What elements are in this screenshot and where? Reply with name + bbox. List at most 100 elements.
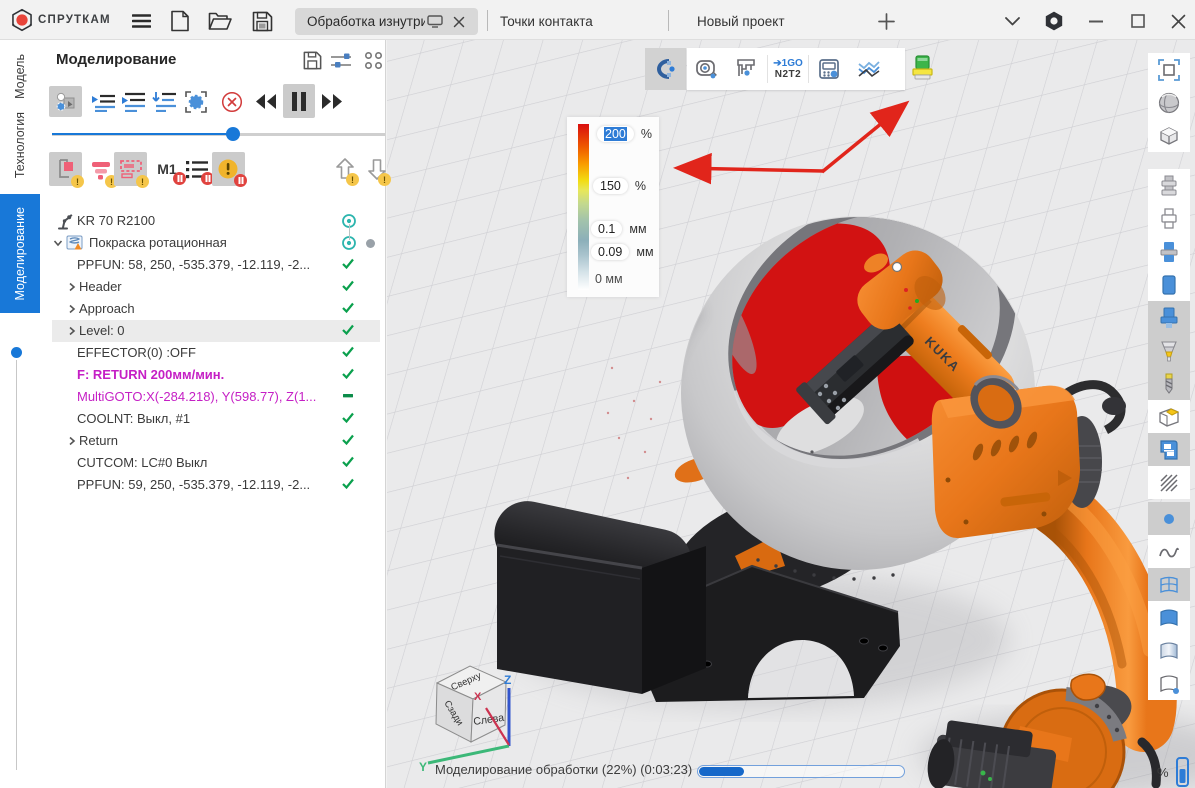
main-menu-button[interactable] xyxy=(129,9,153,33)
interpreter-list-button[interactable] xyxy=(182,152,212,186)
check-icon xyxy=(341,455,357,471)
pause-button[interactable] xyxy=(283,84,315,118)
legend-value-200[interactable]: 200 % xyxy=(597,126,652,142)
tool-holder-outline-button[interactable] xyxy=(1148,202,1190,235)
side-slider-handle[interactable] xyxy=(11,347,22,358)
warnings-button[interactable] xyxy=(212,152,245,186)
tool-cone-button[interactable] xyxy=(1148,334,1190,367)
viewport-3d[interactable]: KUKA xyxy=(387,40,1195,788)
tree-row-level-selected[interactable]: Level: 0 xyxy=(52,320,380,342)
tree-row-effector[interactable]: EFFECTOR(0) :OFF xyxy=(40,342,385,364)
close-window-button[interactable] xyxy=(1166,9,1190,33)
view-box-button[interactable] xyxy=(1148,119,1190,152)
speed-slider-handle[interactable] xyxy=(226,127,240,141)
close-tab-icon[interactable] xyxy=(453,16,465,28)
tree-row-ppfun58[interactable]: PPFUN: 58, 250, -535.379, -12.119, -2... xyxy=(40,254,385,276)
minimize-button[interactable] xyxy=(1084,9,1108,33)
collision-fixture-button[interactable]: ! xyxy=(86,152,116,186)
add-tab-button[interactable] xyxy=(874,9,898,33)
control-panel-button[interactable] xyxy=(809,48,849,90)
machine-button[interactable] xyxy=(1148,433,1190,466)
point-display-button[interactable] xyxy=(1148,502,1190,535)
tree-row-header[interactable]: Header xyxy=(40,276,385,298)
tree-row-operation[interactable]: Покраска ротационная xyxy=(40,232,385,254)
mesh-display-button[interactable] xyxy=(1148,568,1190,601)
settings-button[interactable] xyxy=(1042,9,1066,33)
run-to-operation-end-button[interactable] xyxy=(88,86,118,117)
check-glyph-icon xyxy=(341,411,355,424)
operation-dot[interactable] xyxy=(366,239,375,248)
tabs-dropdown-button[interactable] xyxy=(1000,9,1024,33)
speed-slider-track[interactable] xyxy=(52,133,385,136)
new-file-button[interactable] xyxy=(168,9,192,33)
chevron-collapsed-icon[interactable] xyxy=(66,281,78,293)
caliper-button[interactable] xyxy=(727,48,767,90)
side-tab-simulation-active[interactable]: Моделирование xyxy=(0,194,40,313)
rewind-button[interactable] xyxy=(251,86,281,117)
drill-tool-button[interactable] xyxy=(1148,367,1190,400)
paint-thickness-button[interactable] xyxy=(908,53,938,83)
tool-blue-band-button[interactable] xyxy=(1148,235,1190,268)
show-tool-position-button[interactable] xyxy=(181,86,211,117)
measure-tape-button[interactable] xyxy=(687,48,727,90)
collision-part-button[interactable]: ! xyxy=(49,152,82,186)
side-tab-technology[interactable]: Технология xyxy=(0,104,40,186)
spline-display-button[interactable] xyxy=(1148,535,1190,568)
tree-row-machine[interactable]: KR 70 R2100 xyxy=(40,210,385,232)
chevron-collapsed-icon[interactable] xyxy=(66,303,78,315)
next-warning-button[interactable]: ! xyxy=(364,152,390,186)
view-sphere-button[interactable] xyxy=(1148,86,1190,119)
tcp-marker xyxy=(893,263,902,272)
motor-box-side xyxy=(642,546,706,694)
snap-magnet-button[interactable] xyxy=(645,48,686,90)
simulation-settings-icon[interactable] xyxy=(330,51,350,71)
legend-value-009[interactable]: 0.09 мм xyxy=(591,244,654,260)
tool-holder-button[interactable] xyxy=(1148,169,1190,202)
panel-apps-icon[interactable] xyxy=(364,51,384,71)
stop-simulation-button[interactable] xyxy=(217,86,247,117)
tree-row-coolnt[interactable]: COOLNT: Выкл, #1 xyxy=(40,408,385,430)
run-to-selected-button[interactable] xyxy=(149,86,179,117)
workpiece-button[interactable] xyxy=(1148,400,1190,433)
side-slider-track[interactable] xyxy=(16,360,17,770)
legend-value-150[interactable]: 150 % xyxy=(593,178,646,194)
tree-row-cutcom[interactable]: CUTCOM: LC#0 Выкл xyxy=(40,452,385,474)
tree-row-multigoto[interactable]: MultiGOTO:X(-284.218), Y(598.77), Z(1... xyxy=(40,386,385,408)
chevron-expanded-icon[interactable] xyxy=(52,237,64,249)
collision-tool-button[interactable]: ! xyxy=(114,152,147,186)
calculator-icon xyxy=(816,56,842,82)
goto-frame-button[interactable]: ➔1GON2T2 xyxy=(768,48,808,90)
legend-value-01[interactable]: 0.1 мм xyxy=(591,221,647,237)
new-file-icon xyxy=(170,10,190,32)
chevron-collapsed-icon[interactable] xyxy=(66,435,78,447)
surface-gradient-icon xyxy=(1157,639,1181,663)
hatch-section-button[interactable] xyxy=(1148,466,1190,499)
machine-functions-button[interactable]: M1 xyxy=(152,152,182,186)
tool-cylinder-button[interactable] xyxy=(1148,268,1190,301)
surface-wire-button[interactable] xyxy=(1148,667,1190,700)
open-file-button[interactable] xyxy=(208,9,232,33)
simulation-mode-button[interactable] xyxy=(49,86,82,117)
tree-row-return[interactable]: Return xyxy=(40,430,385,452)
side-tab-model[interactable]: Модель xyxy=(0,52,40,100)
tree-row-approach[interactable]: Approach xyxy=(40,298,385,320)
tool-blue-holder-icon xyxy=(1157,306,1181,330)
tab-contact-points[interactable]: Точки контакта xyxy=(500,8,593,34)
tab-new-project[interactable]: Новый проект xyxy=(697,8,785,34)
run-to-next-command-button[interactable] xyxy=(118,86,148,117)
surface-gradient-button[interactable] xyxy=(1148,634,1190,667)
chevron-collapsed-icon[interactable] xyxy=(66,325,78,337)
tree-row-ppfun59[interactable]: PPFUN: 59, 250, -535.379, -12.119, -2... xyxy=(40,474,385,496)
maximize-button[interactable] xyxy=(1126,9,1150,33)
tool-blue-holder-button[interactable] xyxy=(1148,301,1190,334)
previous-warning-button[interactable]: ! xyxy=(332,152,358,186)
save-simulation-icon[interactable] xyxy=(303,51,323,71)
fit-view-button[interactable] xyxy=(1148,53,1190,86)
tool-blue-band-icon xyxy=(1157,240,1181,264)
graphs-button[interactable] xyxy=(849,48,889,90)
fast-forward-button[interactable] xyxy=(317,86,347,117)
tree-row-feed-return[interactable]: F: RETURN 200мм/мин. xyxy=(40,364,385,386)
document-tab-active[interactable]: Обработка изнутри xyxy=(295,8,478,35)
surface-shaded-button[interactable] xyxy=(1148,601,1190,634)
save-button[interactable] xyxy=(250,9,274,33)
